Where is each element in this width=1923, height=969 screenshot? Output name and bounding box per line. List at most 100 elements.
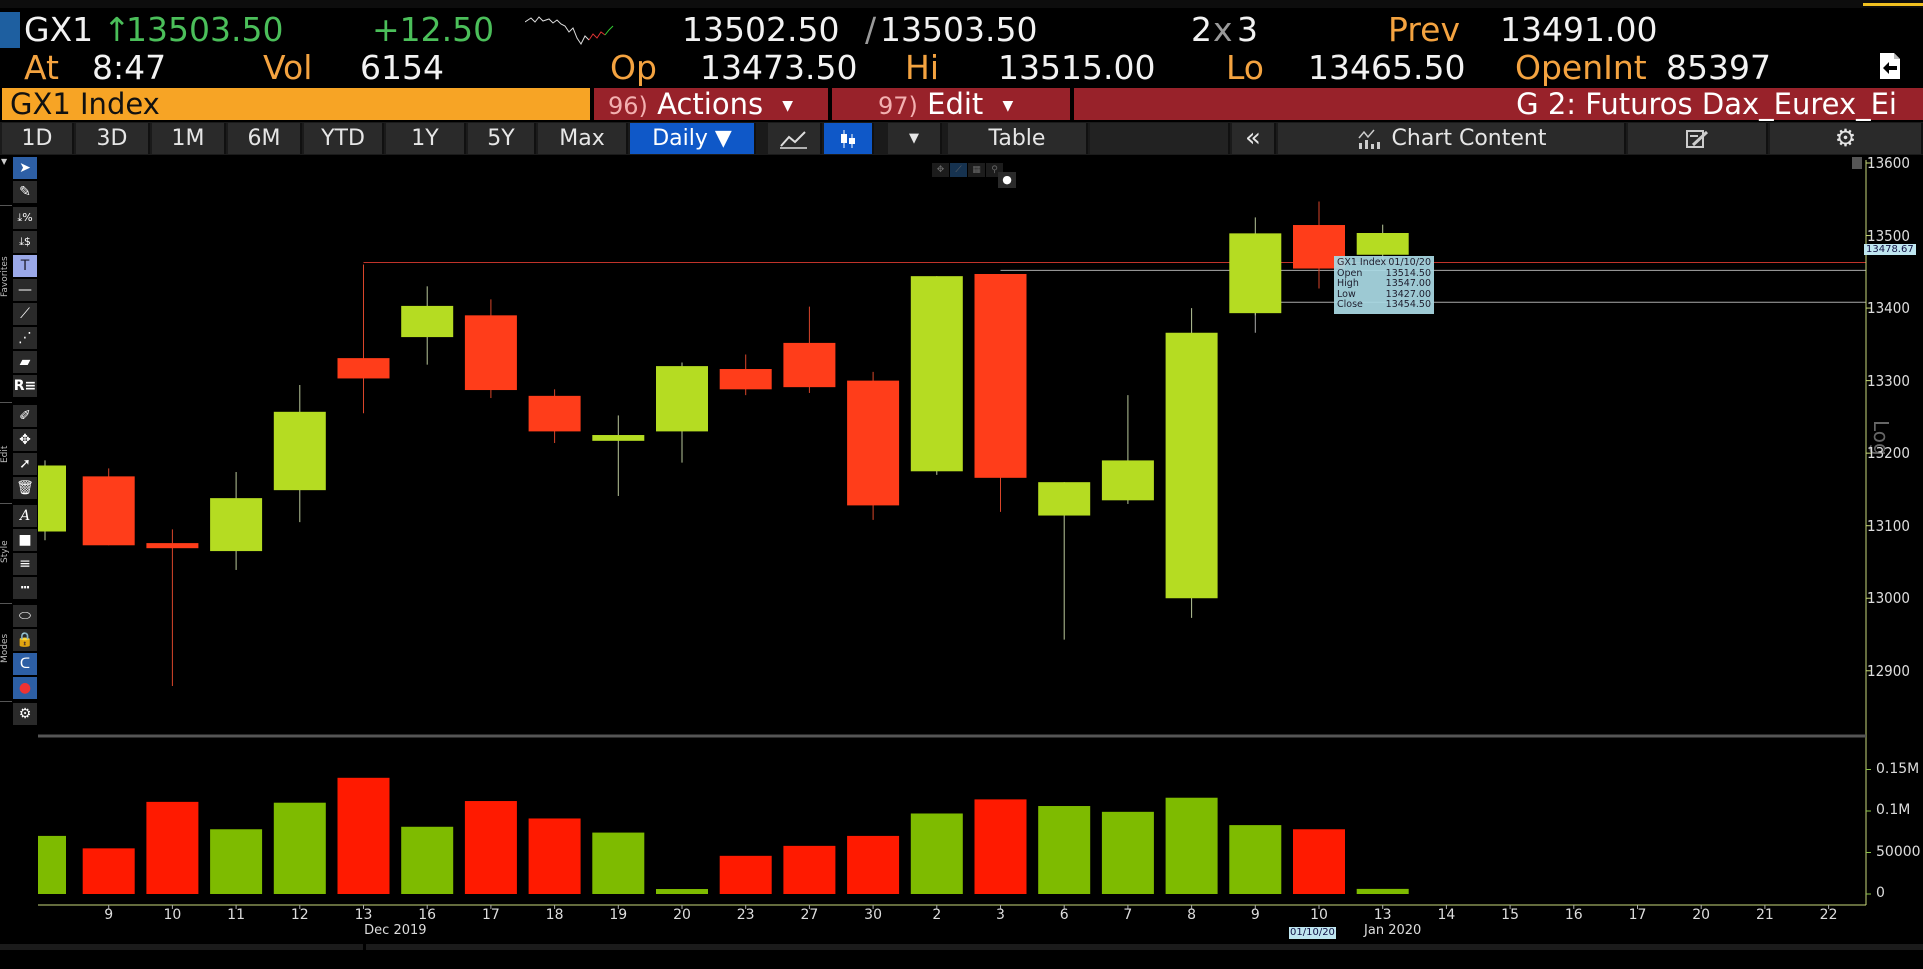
candle-body [146, 543, 199, 549]
tooltip-label: Close [1337, 299, 1363, 310]
time-tick-label: 22 [1819, 907, 1838, 923]
fill-square-icon: ■ [18, 532, 32, 548]
drawing-tools-rail: ▼ ➤ ✎ Favorites ⤓% ⤓$ T — ⟋ ⋰ ▰ R≡ Edit … [0, 155, 38, 725]
time-tick-label: 17 [481, 907, 500, 923]
horizontal-line-tool[interactable]: — [13, 279, 37, 301]
candle-body [847, 380, 900, 506]
candle-body [337, 358, 390, 379]
price-tick-label: 12900 [1867, 661, 1910, 680]
volume-bar [401, 826, 454, 894]
color-dots-icon: ● [18, 680, 32, 696]
move-tool[interactable]: ✥ [13, 429, 37, 451]
price-chart[interactable] [0, 0, 1923, 969]
ohlc-tooltip: GX1 Index 01/10/20 Open 13514.50 High 13547… [1334, 256, 1434, 314]
channel-tool[interactable]: ⋰ [13, 327, 37, 349]
volume-bar [146, 801, 199, 894]
line-style-tool[interactable]: ┅ [13, 577, 37, 599]
rail-section-edit: Edit [0, 445, 10, 463]
time-tick-label: 16 [1564, 907, 1583, 923]
time-scrollbar-left[interactable] [0, 944, 363, 950]
time-tick-label: 14 [1437, 907, 1456, 923]
time-tick-label: 20 [673, 907, 691, 923]
price-tick-label: 13300 [1867, 371, 1910, 390]
volume-bar [783, 845, 836, 894]
draw-mini-icon[interactable]: ⟋ [950, 163, 967, 177]
candle-body [592, 435, 645, 441]
edit-pen-tool[interactable]: ✐ [13, 405, 37, 427]
percent-line-tool[interactable]: ⤓% [13, 207, 37, 229]
volume-bar [38, 835, 66, 894]
line-weight-tool[interactable]: ≡ [13, 553, 37, 575]
horizontal-line-icon: — [18, 282, 32, 298]
volume-bar [1101, 811, 1154, 894]
volume-tick-label: 50000 [1876, 843, 1921, 860]
candle-body [401, 305, 454, 338]
crosshair-icon[interactable]: ✥ [932, 163, 949, 177]
candle-body [656, 366, 708, 432]
rail-collapse-icon[interactable]: ▼ [1, 157, 7, 166]
lasso-mode[interactable]: ⬭ [13, 605, 37, 627]
candle-body [1356, 233, 1409, 255]
draw-tool[interactable]: ✎ [13, 181, 37, 203]
month-label: Jan 2020 [1364, 923, 1422, 938]
grid-icon[interactable]: ▦ [968, 163, 985, 177]
pen-icon: ✐ [19, 408, 31, 424]
volume-bar [273, 802, 326, 894]
font-style-tool[interactable]: A [13, 505, 37, 527]
rail-settings[interactable]: ⚙ [13, 703, 37, 725]
tooltip-value: 13454.50 [1385, 299, 1431, 310]
trendline-tool[interactable]: ⟋ [13, 303, 37, 325]
trash-icon: 🗑 [16, 480, 34, 496]
candle-body [273, 411, 326, 491]
time-tick-label: 12 [290, 907, 309, 923]
time-tick-label: 19 [609, 907, 628, 923]
tooltip-title: GX1 Index [1337, 257, 1387, 268]
candle-body [910, 276, 963, 472]
volume-bar [1293, 829, 1345, 894]
fill-color-tool[interactable]: ■ [13, 529, 37, 551]
color-mode[interactable]: ● [13, 677, 37, 699]
rail-section-style: Style [0, 540, 10, 563]
time-tick-label: 10 [163, 907, 182, 923]
candle-body [783, 342, 836, 388]
price-tick-label: 13100 [1867, 516, 1910, 535]
axis-scale-toggle[interactable] [1852, 157, 1862, 169]
text-tool[interactable]: T [13, 255, 37, 277]
candle-body [38, 465, 66, 532]
time-scrollbar-right[interactable] [366, 944, 1923, 950]
candle-body [464, 315, 517, 391]
time-tick-label: 11 [227, 907, 246, 923]
pointer-tool[interactable]: ➤ [13, 157, 37, 179]
volume-bar [337, 777, 390, 894]
lock-mode[interactable]: 🔒 [13, 629, 37, 651]
line-weight-icon: ≡ [19, 556, 31, 572]
gear-icon: ⚙ [18, 706, 32, 722]
select-add-tool[interactable]: ➚ [13, 453, 37, 475]
regression-tool[interactable]: R≡ [13, 375, 37, 397]
zoom-reset-icon[interactable]: ● [998, 172, 1016, 188]
volume-bar [1356, 888, 1409, 894]
candle-body [210, 498, 263, 552]
price-tick-label: 13600 [1867, 154, 1910, 172]
volume-bar [910, 813, 963, 894]
time-tick-label: 3 [996, 907, 1005, 923]
cursor-plus-icon: ➚ [19, 456, 31, 472]
dollar-line-tool[interactable]: ⤓$ [13, 231, 37, 253]
time-tick-label: 7 [1123, 907, 1133, 923]
time-tick-label: 8 [1187, 907, 1197, 923]
candle-body [974, 273, 1027, 478]
volume-bar [464, 801, 517, 894]
magnet-mode[interactable]: ᑕ [13, 653, 37, 675]
candle-body [1165, 332, 1218, 599]
volume-bar [974, 799, 1027, 894]
time-tick-label: 17 [1628, 907, 1647, 923]
band-tool[interactable]: ▰ [13, 351, 37, 373]
tooltip-value: 13547.00 [1385, 278, 1431, 289]
volume-tick-label: 0.1M [1876, 802, 1911, 818]
volume-bar [1038, 806, 1091, 894]
delete-tool[interactable]: 🗑 [13, 477, 37, 499]
volume-bar [1229, 825, 1282, 894]
move-arrows-icon: ✥ [19, 432, 31, 448]
candle-body [1038, 482, 1091, 516]
price-tick-label: 13000 [1867, 589, 1910, 608]
